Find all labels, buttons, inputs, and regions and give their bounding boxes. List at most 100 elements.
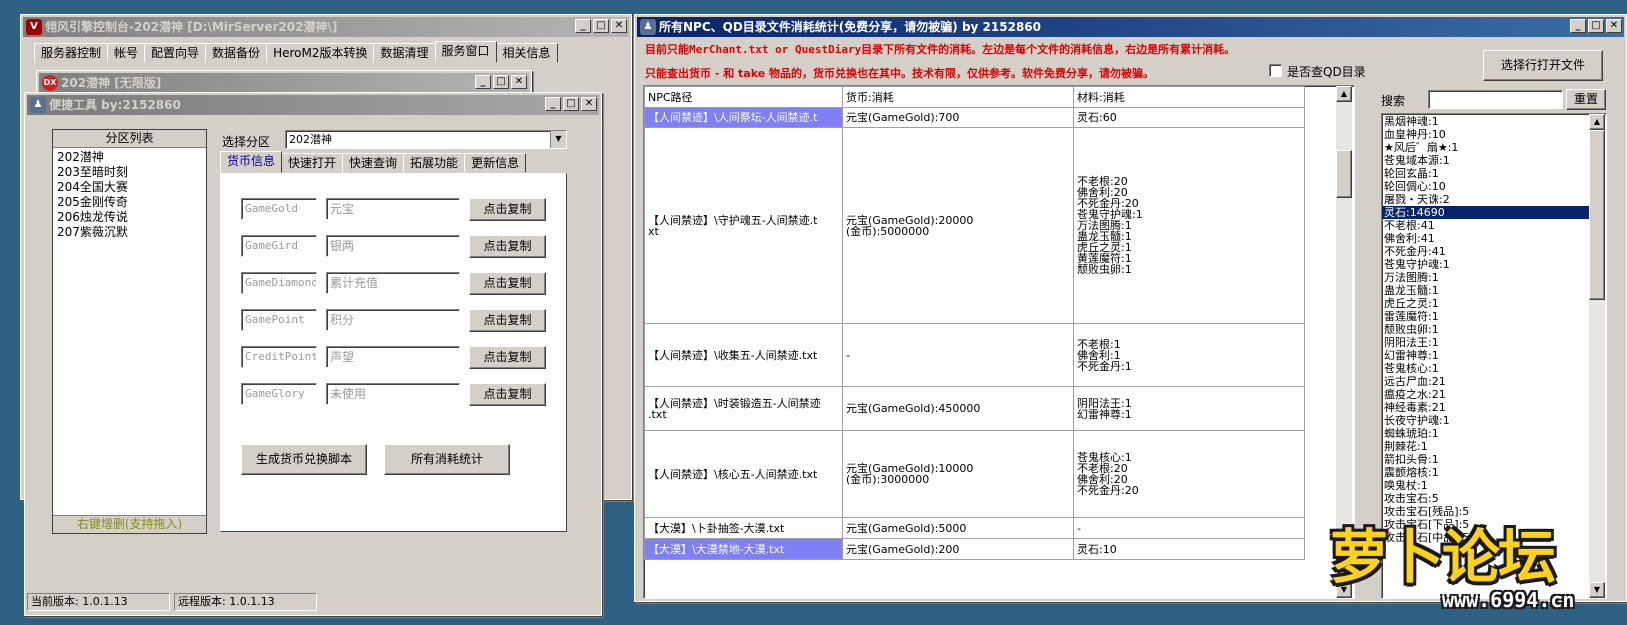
maximize-button[interactable]: □ [1588,19,1604,33]
currency-variable-field[interactable]: GameGold [241,198,317,220]
main-tab[interactable]: 服务器控制 [34,43,109,63]
summary-list-item[interactable]: 血皇神丹:10 [1382,128,1589,141]
currency-cell[interactable]: 元宝(GameGold):10000 (金币):3000000 [842,430,1074,518]
partition-list-item[interactable]: 204全国大赛 [57,180,202,195]
partition-list-item[interactable]: 206烛龙传说 [57,210,202,225]
tool-tab[interactable]: 货币信息 [220,151,283,173]
currency-cell[interactable]: - [842,323,1074,387]
minimize-button[interactable]: _ [575,19,591,33]
close-button[interactable]: ✕ [581,97,597,111]
scroll-up-arrow-icon[interactable]: ▲ [1336,86,1352,102]
currency-name-field[interactable]: 声望 [326,346,460,368]
chevron-down-icon[interactable]: ▼ [550,131,566,148]
materials-cell[interactable]: 灵石:10 [1073,538,1305,560]
tool-tab[interactable]: 快速打开 [281,153,344,173]
currency-name-field[interactable]: 累计充值 [326,272,460,294]
materials-cell[interactable]: 阴阳法王:1 幻雷神尊:1 [1073,386,1305,431]
partition-list-item[interactable]: 203至暗时刻 [57,165,202,180]
column-header-currency[interactable]: 货币:消耗 [842,86,1074,108]
currency-name-field[interactable]: 银两 [326,235,460,257]
scroll-thumb[interactable] [1589,130,1605,300]
npc-path-cell[interactable]: 【人间禁迹】\收集五-人间禁迹.txt [644,323,843,387]
copy-button[interactable]: 点击复制 [469,235,546,258]
summary-list-item[interactable]: 苍鬼核心:1 [1382,362,1589,375]
summary-list-item[interactable]: 灵石:14690 [1382,206,1589,219]
scroll-up-arrow-icon[interactable]: ▲ [1589,114,1605,130]
currency-variable-field[interactable]: CreditPoint [241,346,317,368]
summary-list-item[interactable]: 荆棘花:1 [1382,440,1589,453]
summary-list-item[interactable]: 不老根:41 [1382,219,1589,232]
currency-variable-field[interactable]: GameDiamond [241,272,317,294]
close-button[interactable]: ✕ [511,75,527,89]
npc-path-cell[interactable]: 【人间禁迹】\守护魂五-人间禁迹.t xt [644,127,843,324]
table-row[interactable]: 【人间禁迹】\守护魂五-人间禁迹.t xt 元宝(GameGold):20000 … [644,127,1305,324]
summary-list-item[interactable]: 幻雷神尊:1 [1382,349,1589,362]
stats-window-titlebar[interactable]: ♟ 所有NPC、QD目录文件消耗统计(免费分享，请勿被骗) by 2152860… [637,17,1624,37]
minimize-button[interactable]: _ [545,97,561,111]
npc-path-cell[interactable]: 【人间禁迹】\人间祭坛-人间禁迹.t [644,107,843,128]
summary-list-item[interactable]: 远古尸血:21 [1382,375,1589,388]
partition-list-item[interactable]: 202潜神 [57,150,202,165]
npc-path-cell[interactable]: 【大漠】\大漠禁地-大漠.txt [644,538,843,560]
maximize-button[interactable]: □ [593,19,609,33]
summary-list-item[interactable]: 震颤熔核:1 [1382,466,1589,479]
main-tab[interactable]: 配置向导 [144,43,207,63]
materials-cell[interactable]: 不老根:20 佛舍利:20 不死金丹:20 苍鬼守护魂:1 万法图腾:1 蛊龙玉… [1073,127,1305,324]
partition-select[interactable]: 202潜神 ▼ [285,130,567,149]
partition-list-item[interactable]: 205金刚传奇 [57,195,202,210]
summary-list-item[interactable]: 万法图腾:1 [1382,271,1589,284]
summary-list-item[interactable]: 瘟疫之水:21 [1382,388,1589,401]
copy-button[interactable]: 点击复制 [469,309,546,332]
minimize-button[interactable]: _ [475,75,491,89]
materials-cell[interactable]: 灵石:60 [1073,107,1305,128]
currency-cell[interactable]: 元宝(GameGold):5000 [842,517,1074,539]
table-row[interactable]: 【人间禁迹】\核心五-人间禁迹.txt 元宝(GameGold):10000 (金… [644,430,1305,518]
maximize-button[interactable]: □ [493,75,509,89]
generate-script-button[interactable]: 生成货币兑换脚本 [241,444,367,475]
summary-list-item[interactable]: 神经毒素:21 [1382,401,1589,414]
summary-list-item[interactable]: 苍鬼域本源:1 [1382,154,1589,167]
summary-list-item[interactable]: 蛊龙玉髓:1 [1382,284,1589,297]
table-row[interactable]: 【人间禁迹】\收集五-人间禁迹.txt - 不老根:1 佛舍利:1 不死金丹:1 [644,323,1305,387]
copy-button[interactable]: 点击复制 [469,383,546,406]
summary-list-item[interactable]: 轮回倜心:10 [1382,180,1589,193]
currency-name-field[interactable]: 未使用 [326,383,460,405]
materials-cell[interactable]: - [1073,517,1305,539]
tool-tab[interactable]: 更新信息 [464,153,527,173]
table-row[interactable]: 【人间禁迹】\时装锻造五-人间禁迹 .txt 元宝(GameGold):45000… [644,386,1305,431]
tool-tab[interactable]: 拓展功能 [403,153,466,173]
scroll-thumb[interactable] [1336,150,1352,198]
currency-cell[interactable]: 元宝(GameGold):20000 (金币):5000000 [842,127,1074,324]
materials-cell[interactable]: 不老根:1 佛舍利:1 不死金丹:1 [1073,323,1305,387]
npc-path-cell[interactable]: 【人间禁迹】\核心五-人间禁迹.txt [644,430,843,518]
table-row[interactable]: 【大漠】\卜卦抽签-大漠.txt 元宝(GameGold):5000- [644,517,1305,539]
main-tab[interactable]: 数据清理 [373,43,436,63]
summary-list-item[interactable]: 长夜守护魂:1 [1382,414,1589,427]
npc-path-cell[interactable]: 【人间禁迹】\时装锻造五-人间禁迹 .txt [644,386,843,431]
summary-list-item[interactable]: 唤鬼杖:1 [1382,479,1589,492]
summary-list-item[interactable]: 黑烟神魂:1 [1382,115,1589,128]
table-row[interactable]: 【大漠】\大漠禁地-大漠.txt 元宝(GameGold):200 灵石:10 [644,538,1305,560]
currency-variable-field[interactable]: GameGlory [241,383,317,405]
close-button[interactable]: ✕ [611,19,627,33]
currency-variable-field[interactable]: GameGird [241,235,317,257]
currency-cell[interactable]: 元宝(GameGold):450000 [842,386,1074,431]
summary-list-item[interactable]: 轮回玄晶:1 [1382,167,1589,180]
main-console-titlebar[interactable]: V 翎风引擎控制台-202潜神 [D:\MirServer202潜神\] _ □… [23,17,629,37]
currency-name-field[interactable]: 积分 [326,309,460,331]
summary-list-item[interactable]: 箭扣头骨:1 [1382,453,1589,466]
column-header-materials[interactable]: 材料:消耗 [1073,86,1305,108]
tool-tab[interactable]: 快速查询 [342,153,405,173]
summary-list-item[interactable]: 阴阳法王:1 [1382,336,1589,349]
main-tab[interactable]: 相关信息 [495,43,558,63]
summary-list-item[interactable]: 颓败虫卵:1 [1382,323,1589,336]
summary-list-item[interactable]: 不死金丹:41 [1382,245,1589,258]
summary-list-item[interactable]: ★风后゛扇★:1 [1382,141,1589,154]
sub-window-titlebar[interactable]: DX 202潜神 [无限版] _ □ ✕ [39,73,529,93]
currency-variable-field[interactable]: GamePoint [241,309,317,331]
close-button[interactable]: ✕ [1606,19,1622,33]
currency-cell[interactable]: 元宝(GameGold):700 [842,107,1074,128]
summary-list-item[interactable]: 苍鬼守护魂:1 [1382,258,1589,271]
summary-list-item[interactable]: 虎丘之灵:1 [1382,297,1589,310]
all-consumption-stats-button[interactable]: 所有消耗统计 [384,444,510,475]
